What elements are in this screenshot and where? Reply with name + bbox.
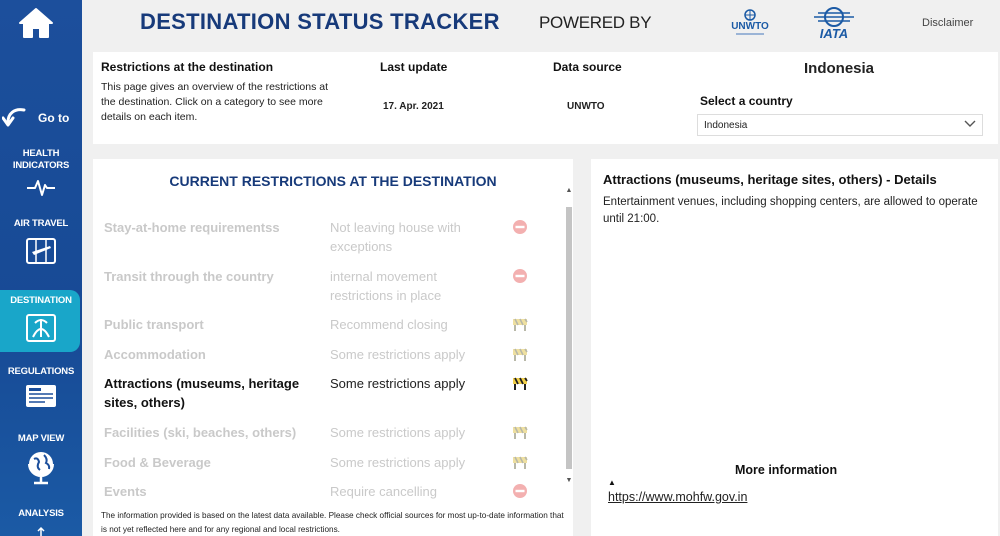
last-update-value: 17. Apr. 2021 — [383, 101, 444, 112]
more-info-label: More information — [735, 463, 838, 477]
home-icon[interactable] — [16, 6, 56, 40]
select-country-label: Select a country — [700, 94, 793, 108]
restrictions-scrollbar[interactable]: ▲ ▼ — [565, 185, 573, 487]
info-panel: Restrictions at the destination This pag… — [93, 52, 998, 144]
barrier-icon — [513, 318, 528, 331]
barrier-icon — [513, 377, 528, 390]
caret-up-icon: ▲ — [608, 478, 616, 487]
goto-label: Go to — [38, 111, 70, 125]
chart-icon — [37, 526, 45, 536]
nav-air-travel[interactable]: AIR TRAVEL — [0, 218, 82, 266]
data-source-label: Data source — [553, 60, 622, 74]
restriction-status: Some restrictions apply — [330, 455, 466, 470]
restriction-status: Some restrictions apply — [330, 347, 466, 362]
nav-label: DESTINATION — [10, 295, 72, 306]
scrollbar-thumb[interactable] — [566, 207, 572, 469]
nav-label: AIR TRAVEL — [13, 218, 69, 229]
more-info-link[interactable]: https://www.mohfw.gov.in — [608, 490, 747, 504]
nav-label: HEALTH — [22, 148, 60, 159]
restriction-category: Events — [104, 484, 147, 499]
beach-icon — [26, 314, 56, 342]
no-entry-icon — [513, 269, 527, 283]
section-title: Restrictions at the destination — [101, 60, 274, 74]
nav-health-indicators[interactable]: HEALTH INDICATORS — [0, 148, 82, 198]
restriction-status: Some restrictions apply — [330, 425, 466, 440]
restriction-status: Not leaving house with exceptions — [330, 220, 461, 254]
restriction-status: internal movement restrictions in place — [330, 269, 442, 303]
globe-icon — [28, 452, 54, 485]
nav-regulations[interactable]: REGULATIONS — [0, 366, 82, 410]
scroll-up-icon[interactable]: ▲ — [565, 187, 573, 195]
unwto-logo: UNWTO — [728, 8, 772, 38]
nav-destination[interactable]: DESTINATION — [0, 295, 82, 345]
section-description: This page gives an overview of the restr… — [101, 81, 329, 123]
page-title: DESTINATION STATUS TRACKER — [140, 9, 500, 34]
nav-label: INDICATORS — [12, 160, 70, 171]
chevron-down-icon — [964, 120, 976, 127]
restriction-category: Stay-at-home requirementss — [104, 220, 280, 235]
country-select[interactable]: Indonesia — [697, 114, 983, 136]
svg-text:UNWTO: UNWTO — [731, 21, 769, 32]
back-arrow-icon — [2, 108, 26, 127]
goto-link[interactable]: Go to — [0, 104, 82, 134]
pulse-icon — [27, 180, 55, 196]
svg-text:IATA: IATA — [820, 26, 848, 40]
restriction-status: Some restrictions apply — [330, 376, 466, 391]
footnote: The information provided is based on the… — [101, 511, 564, 534]
restriction-status: Require cancelling — [330, 484, 437, 499]
restrictions-panel: CURRENT RESTRICTIONS AT THE DESTINATION … — [93, 159, 573, 536]
restriction-category: Attractions (museums, heritage sites, ot… — [104, 376, 300, 410]
details-panel: Attractions (museums, heritage sites, ot… — [591, 159, 998, 536]
nav-label: ANALYSIS — [18, 508, 64, 519]
no-entry-icon — [513, 220, 527, 234]
nav-label: REGULATIONS — [7, 366, 75, 377]
last-update-label: Last update — [380, 60, 448, 74]
scroll-down-icon[interactable]: ▼ — [565, 477, 573, 485]
restriction-category: Food & Beverage — [104, 455, 211, 470]
sidebar: Go to HEALTH INDICATORS AIR TRAVEL DESTI… — [0, 0, 82, 536]
barrier-icon — [513, 426, 528, 439]
country-select-value: Indonesia — [704, 120, 748, 131]
restriction-status: Recommend closing — [330, 317, 448, 332]
country-title: Indonesia — [804, 60, 875, 77]
barrier-icon — [513, 348, 528, 361]
iata-logo: IATA — [810, 6, 858, 41]
document-icon — [26, 385, 56, 407]
barrier-icon — [513, 456, 528, 469]
nav-map-view[interactable]: MAP VIEW — [0, 433, 82, 487]
restriction-category: Facilities (ski, beaches, others) — [104, 425, 297, 440]
disclaimer-link[interactable]: Disclaimer — [922, 17, 973, 29]
airplane-map-icon — [26, 238, 56, 264]
restriction-category: Accommodation — [104, 347, 206, 362]
restriction-category: Public transport — [104, 317, 204, 332]
no-entry-icon — [513, 484, 527, 498]
data-source-value: UNWTO — [567, 101, 605, 112]
nav-label: MAP VIEW — [17, 433, 65, 444]
details-title: Attractions (museums, heritage sites, ot… — [603, 172, 937, 187]
powered-by-label: POWERED BY — [539, 13, 652, 32]
nav-analysis[interactable]: ANALYSIS — [0, 508, 82, 536]
restriction-category: Transit through the country — [104, 269, 274, 284]
details-text: Entertainment venues, including shopping… — [603, 196, 978, 225]
restrictions-title: CURRENT RESTRICTIONS AT THE DESTINATION — [169, 173, 497, 189]
